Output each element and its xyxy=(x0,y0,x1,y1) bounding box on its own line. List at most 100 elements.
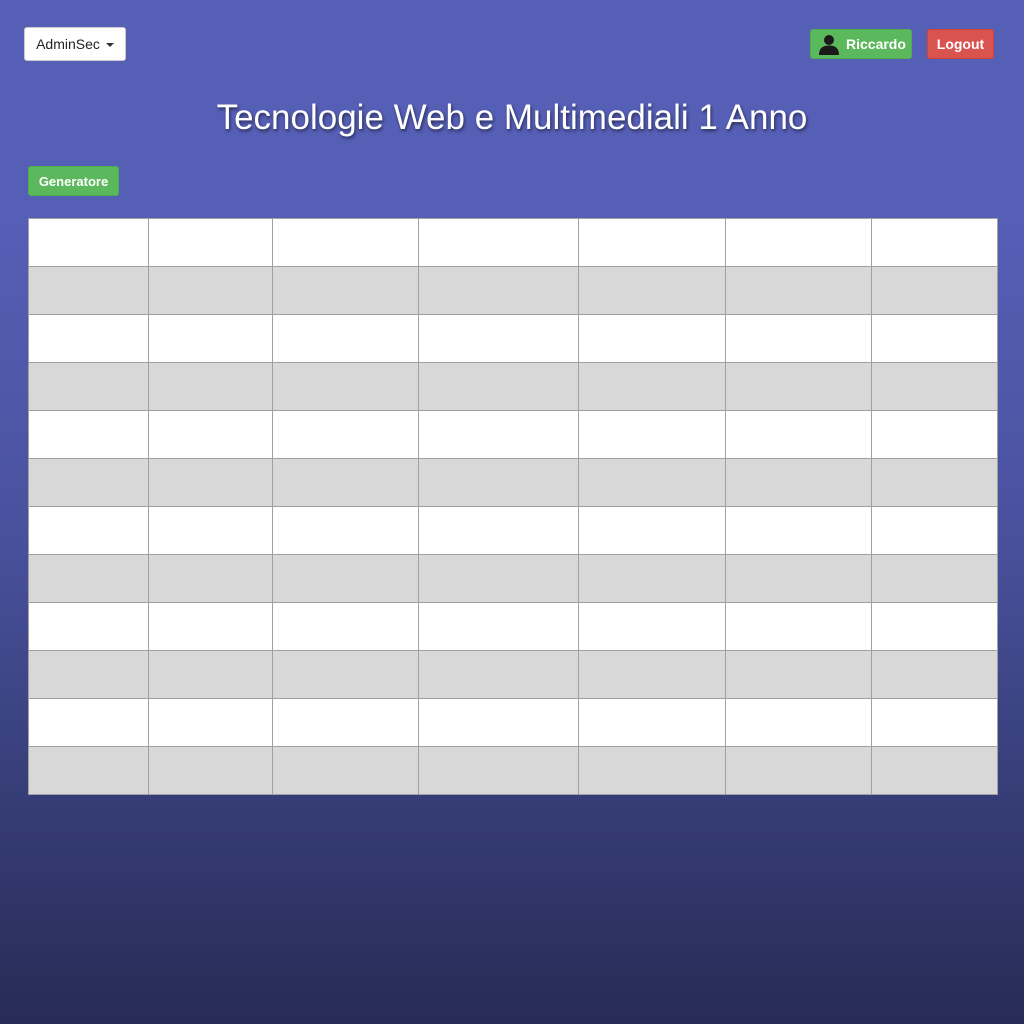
table-cell[interactable] xyxy=(272,218,419,267)
table-cell[interactable] xyxy=(272,554,419,603)
table-cell[interactable] xyxy=(725,650,872,699)
table-row xyxy=(28,458,998,507)
table-cell[interactable] xyxy=(578,650,726,699)
user-name-label: Riccardo xyxy=(846,36,906,52)
table-cell[interactable] xyxy=(28,314,149,363)
table-cell[interactable] xyxy=(28,698,149,747)
table-cell[interactable] xyxy=(272,266,419,315)
table-cell[interactable] xyxy=(418,698,579,747)
logout-label: Logout xyxy=(936,36,985,52)
table-cell[interactable] xyxy=(418,458,579,507)
table-cell[interactable] xyxy=(578,602,726,651)
table-cell[interactable] xyxy=(28,506,149,555)
table-row xyxy=(28,362,998,411)
table-cell[interactable] xyxy=(148,506,273,555)
table-cell[interactable] xyxy=(578,506,726,555)
table-cell[interactable] xyxy=(272,362,419,411)
table-row xyxy=(28,266,998,315)
table-cell[interactable] xyxy=(418,554,579,603)
table-cell[interactable] xyxy=(418,362,579,411)
table-cell[interactable] xyxy=(725,410,872,459)
schedule-table-body xyxy=(28,218,998,795)
table-cell[interactable] xyxy=(725,746,872,795)
table-cell[interactable] xyxy=(28,266,149,315)
table-cell[interactable] xyxy=(28,650,149,699)
table-cell[interactable] xyxy=(418,650,579,699)
table-cell[interactable] xyxy=(725,314,872,363)
table-cell[interactable] xyxy=(418,506,579,555)
table-cell[interactable] xyxy=(871,746,998,795)
user-profile-button[interactable]: Riccardo xyxy=(810,29,912,59)
table-cell[interactable] xyxy=(871,698,998,747)
table-cell[interactable] xyxy=(148,554,273,603)
table-cell[interactable] xyxy=(148,698,273,747)
table-row xyxy=(28,410,998,459)
table-cell[interactable] xyxy=(148,602,273,651)
table-cell[interactable] xyxy=(28,362,149,411)
table-cell[interactable] xyxy=(725,218,872,267)
table-cell[interactable] xyxy=(871,554,998,603)
table-cell[interactable] xyxy=(871,506,998,555)
admin-dropdown-button[interactable]: AdminSec xyxy=(24,27,126,61)
table-cell[interactable] xyxy=(578,410,726,459)
table-cell[interactable] xyxy=(871,458,998,507)
table-cell[interactable] xyxy=(578,458,726,507)
table-cell[interactable] xyxy=(725,554,872,603)
table-cell[interactable] xyxy=(418,218,579,267)
table-cell[interactable] xyxy=(725,362,872,411)
table-cell[interactable] xyxy=(871,266,998,315)
table-cell[interactable] xyxy=(418,746,579,795)
table-cell[interactable] xyxy=(418,410,579,459)
table-cell[interactable] xyxy=(148,410,273,459)
generator-button[interactable]: Generatore xyxy=(28,166,119,196)
table-cell[interactable] xyxy=(272,458,419,507)
table-row xyxy=(28,698,998,747)
table-cell[interactable] xyxy=(272,746,419,795)
table-cell[interactable] xyxy=(28,410,149,459)
table-cell[interactable] xyxy=(725,266,872,315)
table-cell[interactable] xyxy=(871,362,998,411)
table-cell[interactable] xyxy=(28,218,149,267)
table-row xyxy=(28,506,998,555)
table-cell[interactable] xyxy=(725,602,872,651)
table-cell[interactable] xyxy=(871,410,998,459)
table-cell[interactable] xyxy=(871,218,998,267)
table-cell[interactable] xyxy=(578,314,726,363)
table-cell[interactable] xyxy=(148,458,273,507)
table-cell[interactable] xyxy=(148,746,273,795)
table-cell[interactable] xyxy=(272,650,419,699)
table-cell[interactable] xyxy=(272,314,419,363)
table-cell[interactable] xyxy=(148,314,273,363)
table-cell[interactable] xyxy=(871,314,998,363)
table-cell[interactable] xyxy=(148,218,273,267)
table-cell[interactable] xyxy=(28,554,149,603)
table-cell[interactable] xyxy=(272,410,419,459)
table-cell[interactable] xyxy=(148,266,273,315)
table-cell[interactable] xyxy=(578,266,726,315)
admin-dropdown-label: AdminSec xyxy=(36,36,100,52)
table-cell[interactable] xyxy=(28,746,149,795)
table-cell[interactable] xyxy=(272,698,419,747)
chevron-down-icon xyxy=(105,43,114,47)
table-cell[interactable] xyxy=(871,650,998,699)
table-cell[interactable] xyxy=(28,458,149,507)
logout-button[interactable]: Logout xyxy=(927,29,994,59)
table-cell[interactable] xyxy=(28,602,149,651)
table-cell[interactable] xyxy=(418,602,579,651)
table-cell[interactable] xyxy=(725,506,872,555)
table-cell[interactable] xyxy=(148,650,273,699)
table-cell[interactable] xyxy=(725,698,872,747)
table-cell[interactable] xyxy=(578,746,726,795)
table-cell[interactable] xyxy=(578,554,726,603)
table-cell[interactable] xyxy=(578,362,726,411)
table-cell[interactable] xyxy=(725,458,872,507)
table-cell[interactable] xyxy=(418,314,579,363)
table-cell[interactable] xyxy=(272,506,419,555)
table-cell[interactable] xyxy=(578,698,726,747)
table-cell[interactable] xyxy=(578,218,726,267)
table-cell[interactable] xyxy=(148,362,273,411)
table-cell[interactable] xyxy=(871,602,998,651)
table-cell[interactable] xyxy=(418,266,579,315)
table-row xyxy=(28,554,998,603)
table-cell[interactable] xyxy=(272,602,419,651)
